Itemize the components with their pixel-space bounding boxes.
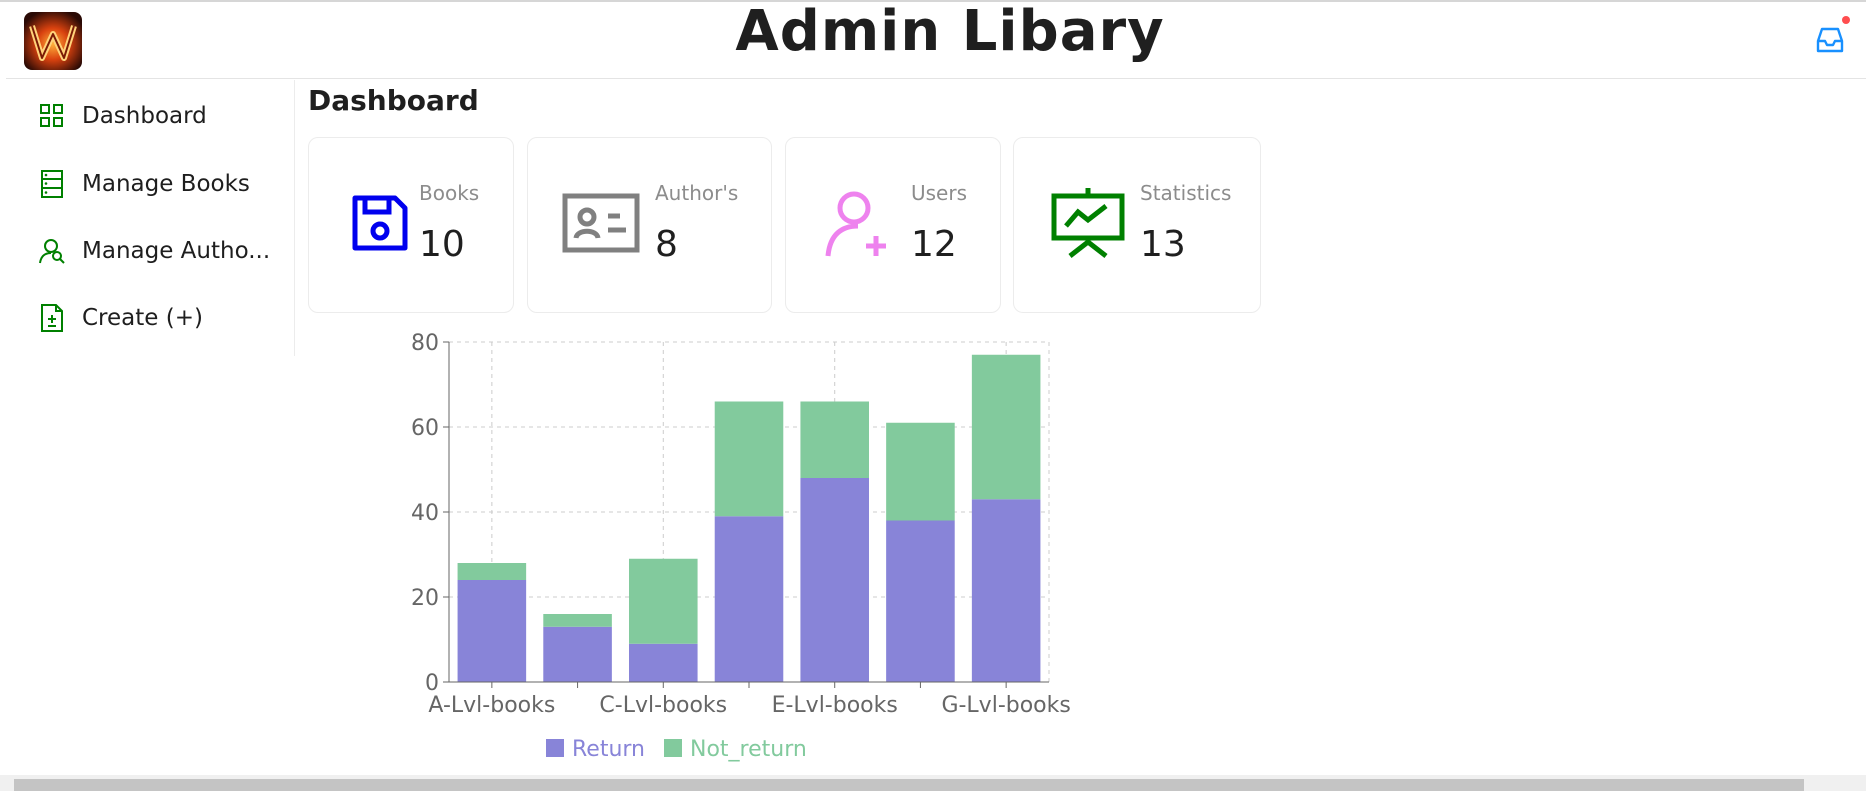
- chart-y-tick-label: 40: [411, 501, 439, 526]
- chart-x-tick-label: G-Lvl-books: [941, 693, 1070, 718]
- chart-legend-label: Not_return: [690, 737, 807, 762]
- chart-x-tick-label: E-Lvl-books: [772, 693, 898, 718]
- chart-bar-return: [629, 643, 698, 682]
- chart-legend-swatch: [546, 739, 564, 757]
- chart-bar-return: [543, 626, 612, 682]
- chart-bar-not-return: [714, 401, 784, 517]
- chart-bar-return: [457, 580, 527, 682]
- chart-bar-not-return: [971, 354, 1041, 500]
- chart-y-tick-label: 60: [411, 416, 439, 441]
- books-return-stacked-bar-chart: 020406080A-Lvl-books C-Lvl-books E-Lvl-boo…: [411, 331, 1071, 762]
- horizontal-scrollbar-thumb[interactable]: [14, 779, 1804, 791]
- chart-x-tick-label: A-Lvl-books: [428, 693, 555, 718]
- chart-bar-return: [886, 520, 955, 682]
- chart-bar-return: [800, 478, 869, 682]
- chart-legend-swatch: [664, 739, 682, 757]
- chart-bar-return: [971, 499, 1041, 682]
- chart-bar-not-return: [543, 614, 612, 627]
- chart-y-tick-label: 20: [411, 586, 439, 611]
- chart-bar-not-return: [800, 401, 869, 478]
- chart-bar-return: [714, 516, 784, 682]
- chart-bar-not-return: [629, 558, 698, 644]
- chart-legend-label: Return: [572, 737, 645, 762]
- chart-y-tick-label: 80: [411, 331, 439, 356]
- chart-bar-not-return: [886, 422, 955, 521]
- chart-bar-not-return: [457, 563, 527, 580]
- chart-x-tick-label: C-Lvl-books: [599, 693, 727, 718]
